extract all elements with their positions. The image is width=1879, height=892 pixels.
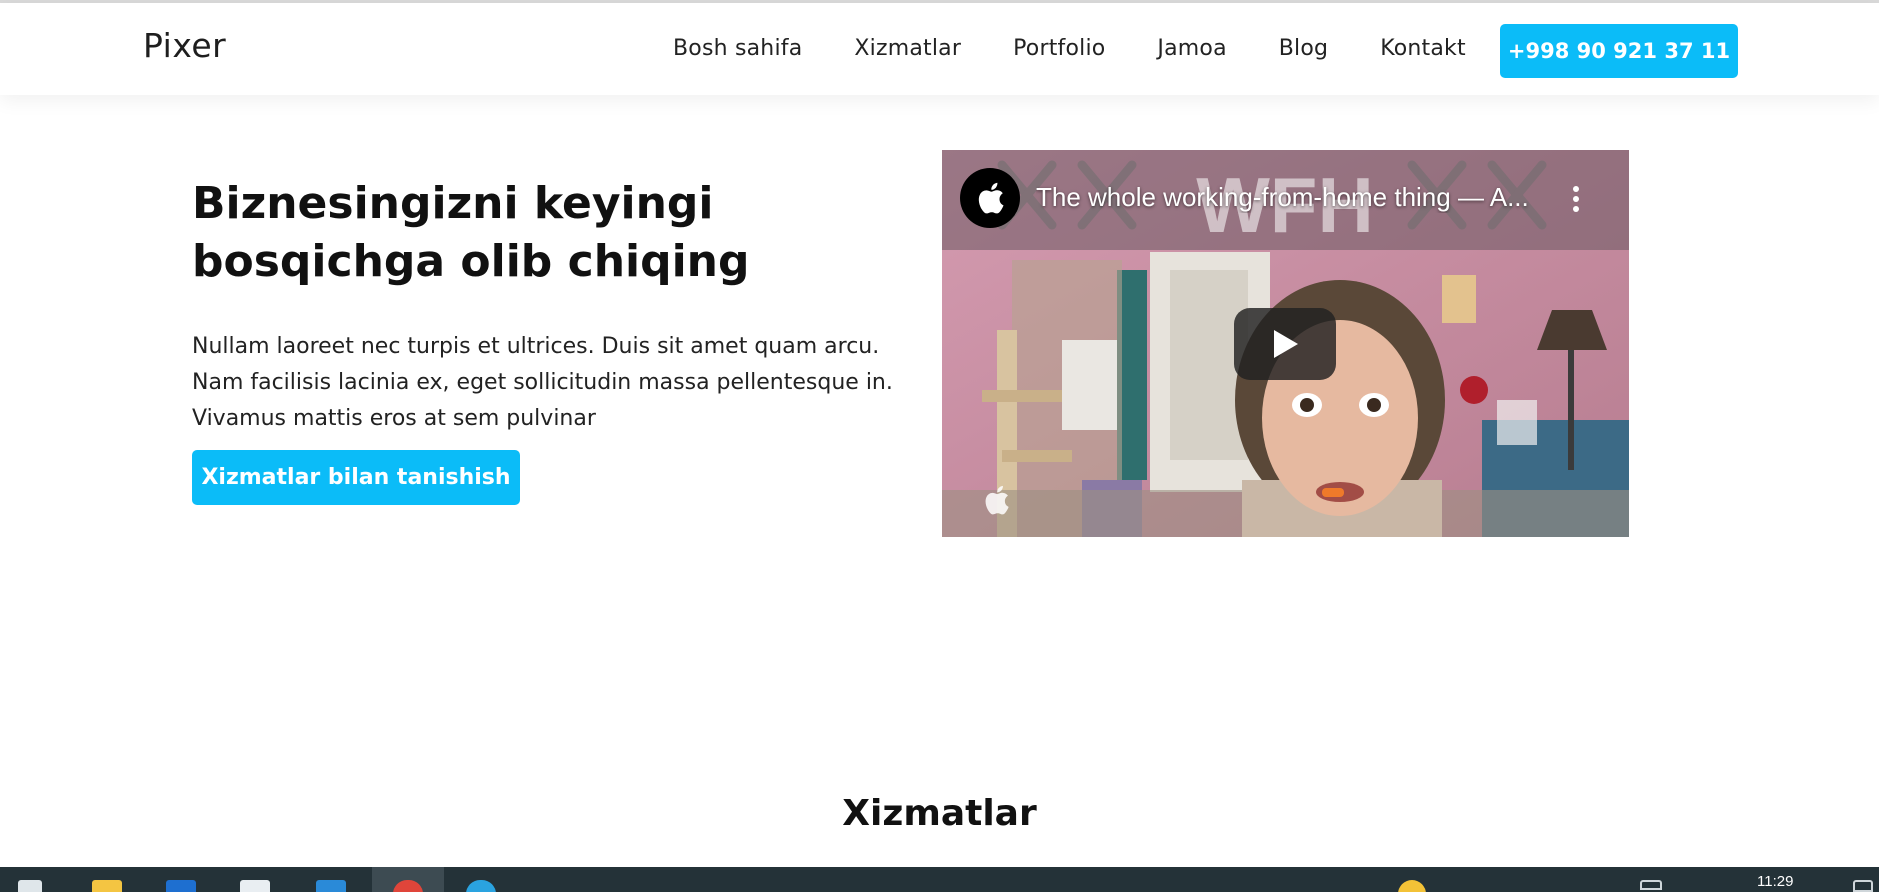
vscode-icon[interactable]	[316, 880, 346, 892]
services-section-title: Xizmatlar	[842, 793, 1037, 834]
mail-icon[interactable]	[166, 880, 196, 892]
taskbar-clock[interactable]: 11:29	[1757, 873, 1793, 890]
nav-item-portfolio[interactable]: Portfolio	[1013, 36, 1105, 61]
main-nav: Bosh sahifa Xizmatlar Portfolio Jamoa Bl…	[673, 36, 1518, 61]
apple-logo-icon	[978, 182, 1004, 214]
taskbar: 11:29	[0, 867, 1879, 892]
nav-item-jamoa[interactable]: Jamoa	[1157, 36, 1226, 61]
hero-title: Biznesingizni keyingi bosqichga olib chi…	[192, 178, 750, 287]
play-icon	[1274, 330, 1298, 358]
weather-icon[interactable]	[1398, 880, 1426, 892]
start-icon[interactable]	[18, 880, 42, 892]
services-cta-button[interactable]: Xizmatlar bilan tanishish	[192, 450, 520, 505]
tray-icon[interactable]	[1640, 880, 1662, 890]
video-title[interactable]: The whole working-from-home thing — A...	[1036, 182, 1546, 213]
channel-avatar[interactable]	[960, 168, 1020, 228]
video-embed[interactable]: WFH The whole working-from-home thing — …	[942, 150, 1629, 537]
notifications-icon[interactable]	[1853, 880, 1873, 892]
site-header: Pixer Bosh sahifa Xizmatlar Portfolio Ja…	[0, 3, 1879, 95]
nav-item-xizmatlar[interactable]: Xizmatlar	[854, 36, 961, 61]
nav-item-kontakt[interactable]: Kontakt	[1380, 36, 1466, 61]
nav-item-blog[interactable]: Blog	[1279, 36, 1328, 61]
file-explorer-icon[interactable]	[92, 880, 122, 892]
logo[interactable]: Pixer	[143, 26, 226, 65]
hero-text: Nullam laoreet nec turpis et ultrices. D…	[192, 334, 893, 431]
phone-button[interactable]: +998 90 921 37 11	[1500, 24, 1738, 78]
play-button[interactable]	[1234, 308, 1336, 380]
apple-watermark-icon	[985, 485, 1009, 515]
nav-item-bosh-sahifa[interactable]: Bosh sahifa	[673, 36, 802, 61]
telegram-icon[interactable]	[466, 880, 496, 892]
store-icon[interactable]	[240, 880, 270, 892]
more-vert-icon[interactable]	[1568, 184, 1584, 214]
